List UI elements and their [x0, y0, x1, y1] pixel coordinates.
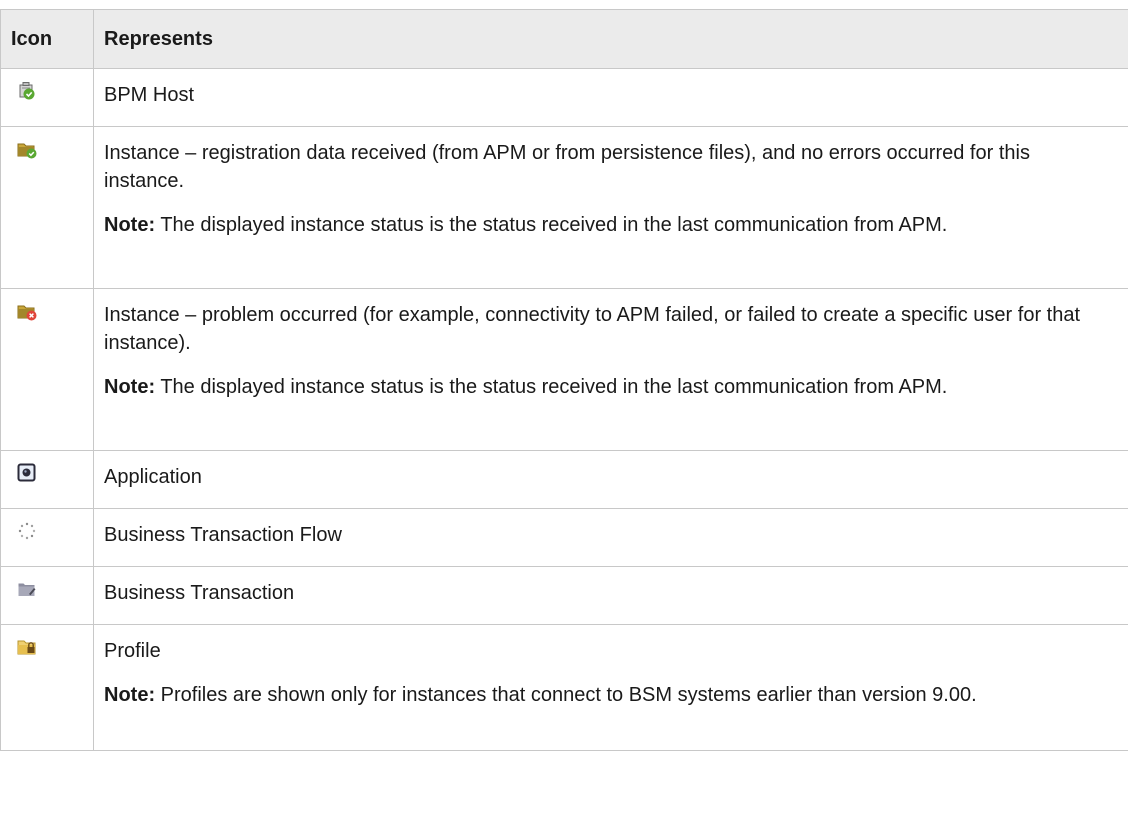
- table-row: Application: [0, 450, 1128, 509]
- business-transaction-icon: [18, 583, 36, 596]
- table-row: Instance – registration data received (f…: [0, 126, 1128, 289]
- table-row: Business Transaction Flow: [0, 508, 1128, 567]
- note-text: Profiles are shown only for instances th…: [160, 684, 977, 706]
- instance-ok-icon: [17, 143, 37, 159]
- row-text: Business Transaction Flow: [104, 524, 342, 546]
- table-row: Business Transaction: [0, 566, 1128, 625]
- row-note: Note: The displayed instance status is t…: [104, 373, 1112, 401]
- application-icon: [17, 463, 36, 482]
- note-text: The displayed instance status is the sta…: [160, 376, 948, 398]
- instance-error-icon: [17, 305, 37, 321]
- represents-column-header: Represents: [93, 9, 1128, 69]
- business-transaction-flow-icon: [18, 522, 36, 540]
- table-row: Profile Note: Profiles are shown only fo…: [0, 624, 1128, 751]
- row-text: Profile: [104, 640, 161, 662]
- row-note: Note: Profiles are shown only for instan…: [104, 681, 1112, 709]
- row-text: Instance – registration data received (f…: [104, 142, 1030, 192]
- icons-table: Icon Represents BPM Host Instance – regi…: [0, 9, 1128, 751]
- bpm-host-icon: [19, 82, 35, 100]
- table-row: BPM Host: [0, 68, 1128, 127]
- row-text: Business Transaction: [104, 582, 295, 604]
- note-label: Note:: [104, 684, 156, 706]
- row-note: Note: The displayed instance status is t…: [104, 211, 1112, 239]
- note-label: Note:: [104, 376, 156, 398]
- row-text: Application: [104, 466, 202, 488]
- row-text: BPM Host: [104, 84, 195, 106]
- note-label: Note:: [104, 214, 156, 236]
- icon-column-header: Icon: [0, 9, 94, 69]
- row-text: Instance – problem occurred (for example…: [104, 304, 1081, 354]
- note-text: The displayed instance status is the sta…: [160, 214, 948, 236]
- table-header-row: Icon Represents: [0, 9, 1128, 69]
- table-row: Instance – problem occurred (for example…: [0, 288, 1128, 451]
- profile-icon: [17, 640, 36, 655]
